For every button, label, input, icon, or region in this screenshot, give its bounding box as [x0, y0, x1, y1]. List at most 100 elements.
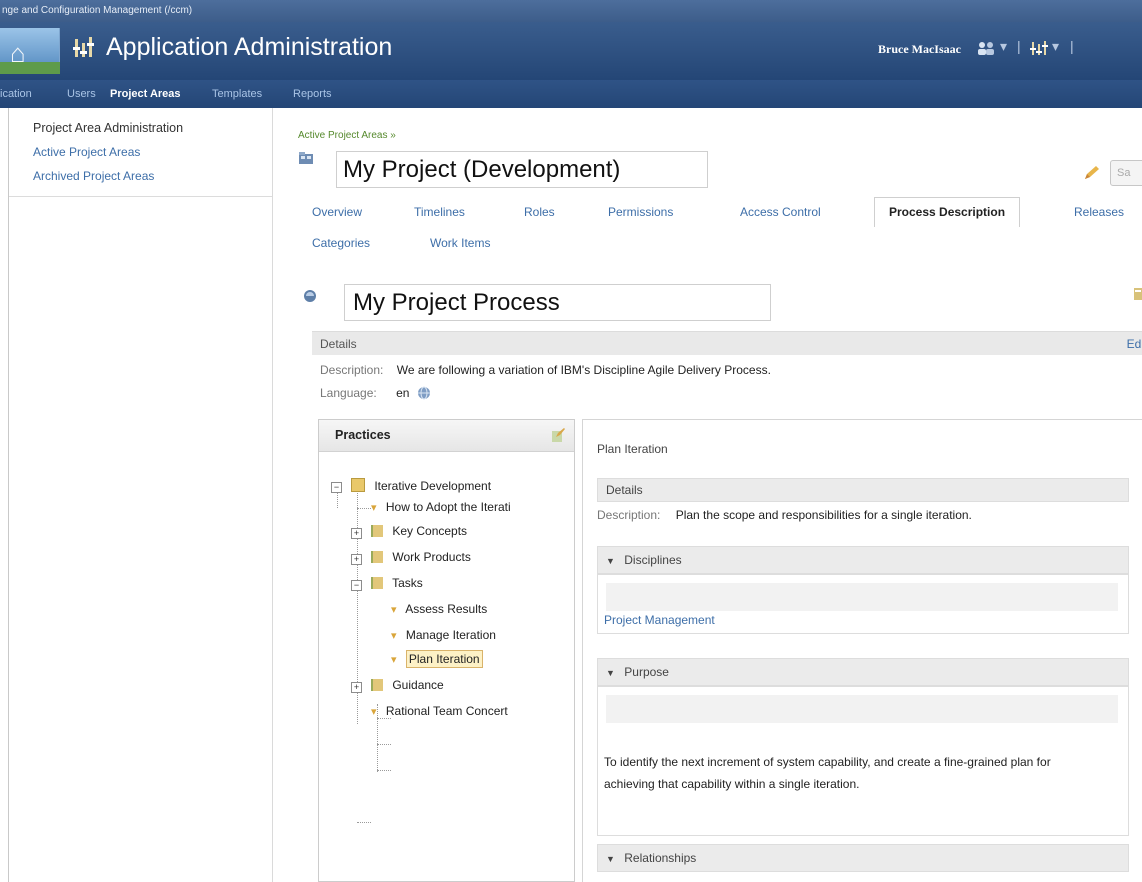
- purpose-section-header[interactable]: ▼ Purpose: [597, 658, 1129, 686]
- sidebar-item-active-project-areas[interactable]: Active Project Areas: [9, 140, 272, 164]
- tree-item-work-products[interactable]: Work Products: [371, 550, 471, 564]
- tree-item-label: Work Products: [392, 550, 471, 564]
- app-title: Application Administration: [106, 33, 393, 61]
- main-content: Active Project Areas » My Project (Devel…: [274, 108, 1142, 882]
- disciplines-section-header[interactable]: ▼ Disciplines: [597, 546, 1129, 574]
- settings-icon[interactable]: [1030, 40, 1048, 56]
- tree-item-label: Key Concepts: [392, 524, 468, 538]
- tab-categories[interactable]: Categories: [312, 236, 370, 250]
- project-title-field[interactable]: My Project (Development): [336, 151, 708, 188]
- disciplines-collapse-icon[interactable]: ▼: [606, 556, 615, 566]
- tab-roles[interactable]: Roles: [524, 205, 555, 219]
- header-divider-2: |: [1070, 38, 1074, 54]
- tree-item-manage-iteration[interactable]: ▾ Manage Iteration: [391, 628, 496, 642]
- users-menu-chevron-icon[interactable]: ▾: [1000, 38, 1007, 55]
- nav-item-users[interactable]: Users: [67, 80, 96, 108]
- nav-item-project-areas[interactable]: Project Areas: [110, 80, 181, 108]
- tree-item-label: Guidance: [392, 678, 444, 692]
- guidance-icon: ▾: [371, 706, 377, 718]
- tree-item-tasks[interactable]: Tasks: [371, 576, 423, 590]
- tab-overview[interactable]: Overview: [312, 205, 362, 219]
- tab-permissions[interactable]: Permissions: [608, 205, 673, 219]
- content-details-label: Details: [606, 483, 643, 497]
- tab-work-items[interactable]: Work Items: [430, 236, 490, 250]
- tree-item-label: Manage Iteration: [405, 628, 496, 642]
- tree-item-rational-team-concert[interactable]: ▾ Rational Team Concert: [371, 704, 508, 718]
- purpose-text: To identify the next increment of system…: [604, 755, 1051, 791]
- tree-item-how-to-adopt[interactable]: ▾ How to Adopt the Iterati: [371, 500, 511, 514]
- process-edit-icon[interactable]: [1132, 286, 1142, 302]
- app-header: ⌂ Application Administration Bruce MacIs…: [0, 22, 1142, 80]
- user-name[interactable]: Bruce MacIsaac: [878, 42, 961, 57]
- content-description-label: Description:: [597, 508, 661, 522]
- tree-item-label: How to Adopt the Iterati: [385, 500, 511, 514]
- folder-icon: [371, 525, 383, 537]
- tab-timelines[interactable]: Timelines: [414, 205, 465, 219]
- tree-item-label-selected: Plan Iteration: [405, 650, 483, 668]
- iterative-development-collapse-icon[interactable]: −: [331, 482, 342, 493]
- discipline-link-project-management[interactable]: Project Management: [604, 613, 715, 627]
- practice-icon: [351, 478, 365, 492]
- sidebar-heading-project-area-administration: Project Area Administration: [33, 121, 184, 135]
- language-value: en: [396, 386, 410, 400]
- tree-item-plan-iteration[interactable]: ▾ Plan Iteration: [391, 650, 483, 668]
- folder-icon: [371, 679, 383, 691]
- tree-item-guidance[interactable]: Guidance: [371, 678, 444, 692]
- tree-item-key-concepts[interactable]: Key Concepts: [371, 524, 467, 538]
- edit-pencil-icon[interactable]: [1082, 164, 1102, 182]
- tasks-collapse-icon[interactable]: −: [351, 580, 362, 591]
- relationships-label: Relationships: [624, 851, 697, 865]
- practices-panel: Practices − Iterative Development ▾ How …: [318, 419, 575, 882]
- sidebar-item-archived-project-areas[interactable]: Archived Project Areas: [9, 164, 272, 188]
- tab-process-description[interactable]: Process Description: [874, 197, 1021, 227]
- disciplines-label: Disciplines: [624, 553, 682, 567]
- nav-item-templates[interactable]: Templates: [212, 80, 262, 108]
- tree-item-iterative-development[interactable]: Iterative Development: [351, 478, 491, 493]
- home-logo-icon[interactable]: ⌂: [0, 28, 60, 74]
- save-button[interactable]: Sa: [1110, 160, 1142, 186]
- content-details-header: Details: [597, 478, 1129, 502]
- purpose-label: Purpose: [624, 665, 669, 679]
- purpose-collapse-icon[interactable]: ▼: [606, 668, 615, 678]
- language-row: Language: en: [320, 386, 431, 400]
- description-label: Description:: [320, 363, 384, 377]
- folder-icon: [371, 551, 383, 563]
- language-label: Language:: [320, 386, 377, 400]
- description-value: We are following a variation of IBM's Di…: [396, 363, 771, 377]
- header-divider: |: [1017, 38, 1021, 54]
- edit-link[interactable]: Edi: [1127, 332, 1142, 356]
- process-title-field[interactable]: My Project Process: [344, 284, 771, 321]
- content-description-value: Plan the scope and responsibilities for …: [675, 508, 972, 522]
- nav-item-application[interactable]: ication: [0, 80, 32, 108]
- description-row: Description: We are following a variatio…: [320, 363, 771, 377]
- purpose-box: To identify the next increment of system…: [597, 686, 1129, 836]
- work-products-expand-icon[interactable]: +: [351, 554, 362, 565]
- settings-menu-chevron-icon[interactable]: ▾: [1052, 38, 1059, 55]
- language-globe-icon[interactable]: [417, 386, 431, 400]
- nav-item-reports[interactable]: Reports: [293, 80, 332, 108]
- tree-item-label: Iterative Development: [374, 479, 492, 493]
- element-content-panel: Plan Iteration Details Description: Plan…: [582, 419, 1142, 882]
- tab-access-control[interactable]: Access Control: [740, 205, 821, 219]
- tree-item-label: Assess Results: [405, 602, 488, 616]
- details-section-header: Details Edi: [312, 331, 1142, 355]
- window-title-strip: nge and Configuration Management (/ccm): [0, 0, 1142, 22]
- sidebar: Project Area Administration Active Proje…: [8, 108, 273, 882]
- project-area-icon: [299, 152, 313, 164]
- tree-item-assess-results[interactable]: ▾ Assess Results: [391, 602, 487, 616]
- relationships-collapse-icon[interactable]: ▼: [606, 854, 615, 864]
- window-title: nge and Configuration Management (/ccm): [2, 5, 193, 16]
- users-icon[interactable]: [976, 40, 996, 56]
- breadcrumb[interactable]: Active Project Areas »: [298, 130, 396, 141]
- relationships-section-header[interactable]: ▼ Relationships: [597, 844, 1129, 872]
- task-icon: ▾: [391, 654, 397, 666]
- practices-title: Practices: [335, 428, 391, 442]
- details-label: Details: [320, 337, 357, 351]
- practices-edit-icon[interactable]: [550, 427, 566, 443]
- tab-releases[interactable]: Releases: [1074, 205, 1124, 219]
- administration-icon: [73, 37, 94, 57]
- guidance-icon: ▾: [371, 502, 377, 514]
- key-concepts-expand-icon[interactable]: +: [351, 528, 362, 539]
- guidance-expand-icon[interactable]: +: [351, 682, 362, 693]
- disciplines-box: Project Management: [597, 574, 1129, 634]
